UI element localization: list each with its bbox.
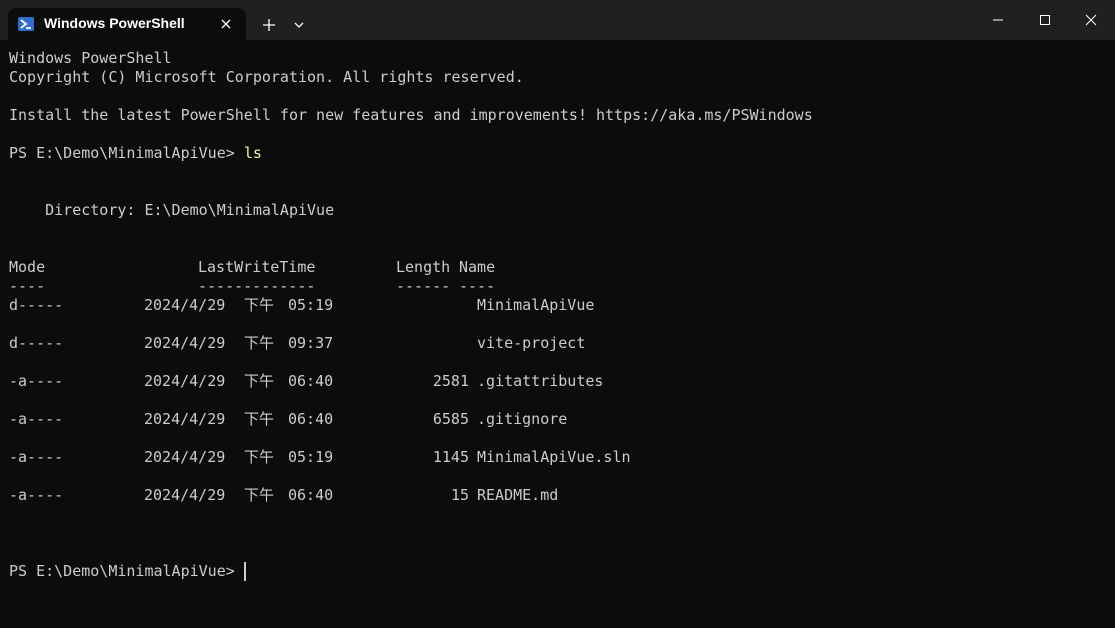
table-header-underline: ---- ------------- ------ ---- (9, 277, 1109, 296)
row-time: 09:37 (288, 334, 334, 352)
close-window-button[interactable] (1068, 0, 1114, 40)
copyright-line: Copyright (C) Microsoft Corporation. All… (9, 68, 524, 86)
row-mode: -a---- (9, 486, 64, 504)
directory-line: Directory: E:\Demo\MinimalApiVue (9, 201, 335, 219)
row-ampm: 下午 (244, 448, 275, 466)
underline-mode: ---- (9, 277, 46, 295)
maximize-icon (1040, 15, 1050, 25)
table-header: Mode LastWriteTime Length Name (9, 258, 1109, 277)
prompt: PS E:\Demo\MinimalApiVue> (9, 144, 244, 162)
row-date: 2024/4/29 (144, 486, 226, 504)
row-ampm: 下午 (244, 410, 275, 428)
terminal-output[interactable]: Windows PowerShell Copyright (C) Microso… (9, 49, 1109, 581)
prompt-line[interactable]: PS E:\Demo\MinimalApiVue> (9, 562, 1109, 581)
tab-windows-powershell[interactable]: Windows PowerShell (8, 8, 246, 40)
table-row: d----- 2024/4/29 下午 05:19 MinimalApiVue (9, 296, 1109, 315)
table-row: d----- 2024/4/29 下午 09:37 vite-project (9, 334, 1109, 353)
row-time: 05:19 (288, 296, 334, 314)
title-bar: Windows PowerShell (0, 0, 1115, 40)
row-mode: -a---- (9, 372, 64, 390)
powershell-icon (18, 16, 34, 32)
terminal-window: Windows PowerShell Windows PowerShell Co… (0, 0, 1115, 628)
header-length: Length (396, 258, 451, 276)
row-time: 05:19 (288, 448, 334, 466)
plus-icon[interactable] (260, 16, 278, 34)
text-cursor (243, 562, 246, 581)
table-row: -a---- 2024/4/29 下午 05:19 1145 MinimalAp… (9, 448, 1109, 467)
row-name: .gitattributes (477, 372, 604, 390)
install-hint-line: Install the latest PowerShell for new fe… (9, 106, 813, 124)
row-name: .gitignore (477, 410, 568, 428)
table-row: -a---- 2024/4/29 下午 06:40 15 README.md (9, 486, 1109, 505)
row-date: 2024/4/29 (144, 410, 226, 428)
row-name: vite-project (477, 334, 586, 352)
row-mode: -a---- (9, 410, 64, 428)
header-lastwritetime: LastWriteTime (198, 258, 316, 276)
row-length: 2581 (432, 372, 469, 390)
row-mode: d----- (9, 334, 64, 352)
prompt: PS E:\Demo\MinimalApiVue> (9, 562, 235, 580)
row-time: 06:40 (288, 486, 334, 504)
header-name: Name (459, 258, 496, 276)
close-icon[interactable] (218, 16, 234, 32)
minimize-button[interactable] (975, 0, 1021, 40)
tab-title: Windows PowerShell (44, 15, 185, 31)
row-length: 6585 (432, 410, 469, 428)
row-date: 2024/4/29 (144, 334, 226, 352)
table-row: -a---- 2024/4/29 下午 06:40 2581 .gitattri… (9, 372, 1109, 391)
row-name: MinimalApiVue (477, 296, 595, 314)
underline-lastwritetime: ------------- (198, 277, 316, 295)
row-time: 06:40 (288, 372, 334, 390)
row-date: 2024/4/29 (144, 296, 226, 314)
row-ampm: 下午 (244, 334, 275, 352)
row-length: 15 (450, 486, 469, 504)
row-mode: d----- (9, 296, 64, 314)
maximize-button[interactable] (1022, 0, 1068, 40)
row-name: MinimalApiVue.sln (477, 448, 631, 466)
header-mode: Mode (9, 258, 46, 276)
row-ampm: 下午 (244, 372, 275, 390)
row-date: 2024/4/29 (144, 448, 226, 466)
command: ls (243, 144, 262, 162)
row-length: 1145 (432, 448, 469, 466)
close-icon (1085, 14, 1097, 26)
row-mode: -a---- (9, 448, 64, 466)
banner-line: Windows PowerShell (9, 49, 172, 67)
row-date: 2024/4/29 (144, 372, 226, 390)
chevron-down-icon[interactable] (292, 18, 306, 32)
row-ampm: 下午 (244, 486, 275, 504)
minimize-icon (993, 19, 1003, 21)
underline-length: ------ (396, 277, 451, 295)
row-time: 06:40 (288, 410, 334, 428)
table-row: -a---- 2024/4/29 下午 06:40 6585 .gitignor… (9, 410, 1109, 429)
row-ampm: 下午 (244, 296, 275, 314)
command-line: PS E:\Demo\MinimalApiVue> ls (9, 144, 1109, 163)
row-name: README.md (477, 486, 559, 504)
underline-name: ---- (459, 277, 496, 295)
